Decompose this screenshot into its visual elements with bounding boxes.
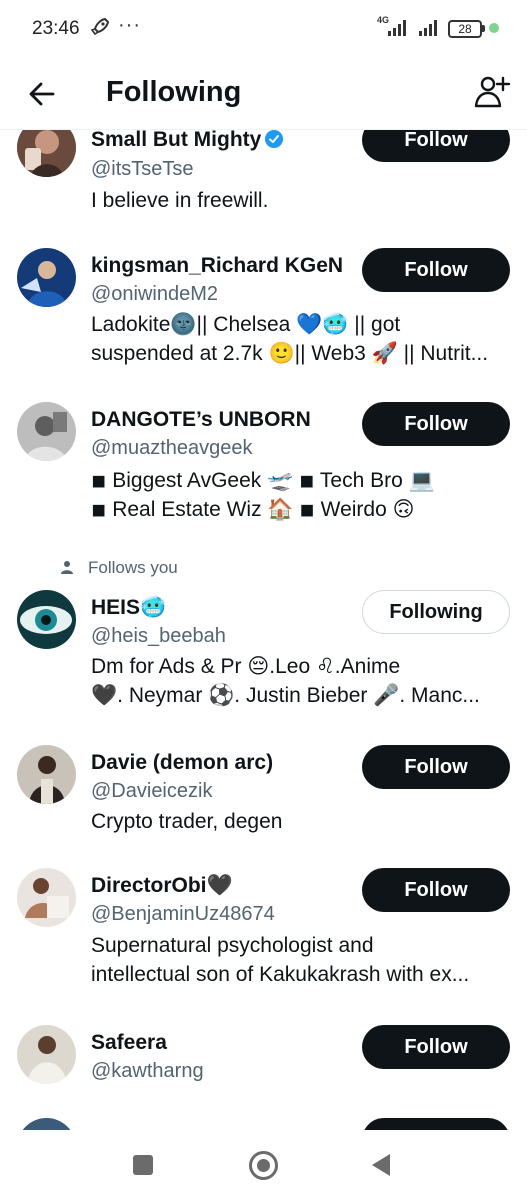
user-name: DANGOTE’s UNBORN — [91, 408, 311, 431]
user-bio: Crypto trader, degen — [91, 807, 511, 836]
user-handle: @muaztheavgeek — [91, 437, 253, 459]
user-name: Davie (demon arc) — [91, 751, 274, 774]
bio-line: intellectual son of Kakukakrash with ex.… — [91, 963, 470, 986]
avatar[interactable] — [17, 248, 76, 307]
rocket-icon — [90, 17, 110, 36]
list-item[interactable]: DANGOTE’s UNBORN @muaztheavgeek ◾ Bigges… — [0, 402, 527, 532]
person-icon — [61, 561, 73, 574]
follow-button[interactable]: Follow — [362, 1025, 510, 1069]
avatar[interactable] — [17, 868, 76, 927]
avatar[interactable] — [17, 590, 76, 649]
list-item[interactable]: Davie (demon arc) @Davieicezik Crypto tr… — [0, 745, 527, 845]
system-nav-bar — [0, 1130, 527, 1200]
header: Following — [0, 58, 527, 130]
avatar[interactable] — [17, 402, 76, 461]
user-handle: @Davieicezik — [91, 780, 213, 802]
battery-icon: 28 — [448, 20, 482, 38]
bio-line: Ladokite🌚|| Chelsea 💙🥶 || got — [91, 313, 401, 336]
follow-button[interactable] — [362, 1118, 510, 1130]
arrow-left-icon[interactable] — [24, 76, 60, 112]
user-handle: @BenjaminUz48674 — [91, 903, 275, 925]
bio-line: I believe in freewill. — [91, 189, 269, 212]
bio-line: Dm for Ads & Pr 😔.Leo ♌.Anime — [91, 655, 401, 678]
back-icon[interactable] — [372, 1154, 390, 1176]
following-list: Small But Mighty @itsTseTse I believe in… — [0, 130, 527, 1130]
home-icon[interactable] — [249, 1151, 278, 1180]
user-name: kingsman_Richard KGeN — [91, 254, 344, 277]
follow-button[interactable]: Follow — [362, 868, 510, 912]
follow-button[interactable]: Follow — [362, 248, 510, 292]
user-name: Small But Mighty — [91, 130, 284, 152]
bio-line: Supernatural psychologist and — [91, 934, 374, 957]
user-bio: Supernatural psychologist and intellectu… — [91, 931, 511, 989]
signal-icon — [388, 20, 406, 36]
more-notifications-icon: ··· — [118, 14, 141, 36]
list-item[interactable] — [0, 1118, 527, 1130]
signal-icon — [419, 20, 437, 36]
follow-button[interactable]: Follow — [362, 130, 510, 162]
bio-line: ◾ Real Estate Wiz 🏠 ◾ Weirdo 🙃 — [91, 498, 415, 521]
page-title: Following — [106, 76, 242, 108]
user-bio: I believe in freewill. — [91, 186, 511, 215]
bio-line: suspended at 2.7k 🙂|| Web3 🚀 || Nutrit..… — [91, 342, 489, 365]
avatar[interactable] — [17, 1118, 76, 1130]
list-item[interactable]: Small But Mighty @itsTseTse I believe in… — [0, 130, 527, 238]
status-time: 23:46 — [32, 18, 80, 39]
list-item[interactable]: Follows you HEIS🥶 @heis_beebah Dm for Ad… — [0, 558, 527, 718]
status-bar: 23:46 ··· 4G 28 — [0, 0, 527, 58]
follow-button[interactable]: Follow — [362, 402, 510, 446]
follow-button[interactable]: Follow — [362, 745, 510, 789]
list-item[interactable]: kingsman_Richard KGeN @oniwindeM2 Ladoki… — [0, 248, 527, 378]
user-bio: Dm for Ads & Pr 😔.Leo ♌.Anime 🖤. Neymar … — [91, 652, 511, 710]
user-handle: @itsTseTse — [91, 158, 194, 180]
bio-line: 🖤. Neymar ⚽. Justin Bieber 🎤. Manc... — [91, 684, 480, 707]
list-item[interactable]: Safeera @kawtharng Follow — [0, 1025, 527, 1105]
avatar[interactable] — [17, 130, 76, 177]
user-bio: ◾ Biggest AvGeek 🛫 ◾ Tech Bro 💻 ◾ Real E… — [91, 466, 511, 524]
avatar[interactable] — [17, 1025, 76, 1084]
recent-apps-icon[interactable] — [133, 1155, 153, 1175]
add-user-icon[interactable] — [472, 72, 512, 112]
bio-line: ◾ Biggest AvGeek 🛫 ◾ Tech Bro 💻 — [91, 469, 435, 492]
user-handle: @oniwindeM2 — [91, 283, 219, 305]
battery-tip — [482, 25, 485, 32]
user-name: Safeera — [91, 1031, 167, 1054]
status-dot — [489, 23, 499, 33]
verified-badge-icon — [265, 130, 284, 148]
user-handle: @kawtharng — [91, 1060, 204, 1082]
user-bio: Ladokite🌚|| Chelsea 💙🥶 || got suspended … — [91, 310, 511, 368]
user-handle: @heis_beebah — [91, 625, 226, 647]
follows-you-label: Follows you — [60, 558, 178, 578]
user-name: DirectorObi🖤 — [91, 874, 233, 897]
following-button[interactable]: Following — [362, 590, 510, 634]
user-name: HEIS🥶 — [91, 596, 167, 619]
bio-line: Crypto trader, degen — [91, 810, 283, 833]
list-item[interactable]: DirectorObi🖤 @BenjaminUz48674 Supernatur… — [0, 868, 527, 998]
avatar[interactable] — [17, 745, 76, 804]
